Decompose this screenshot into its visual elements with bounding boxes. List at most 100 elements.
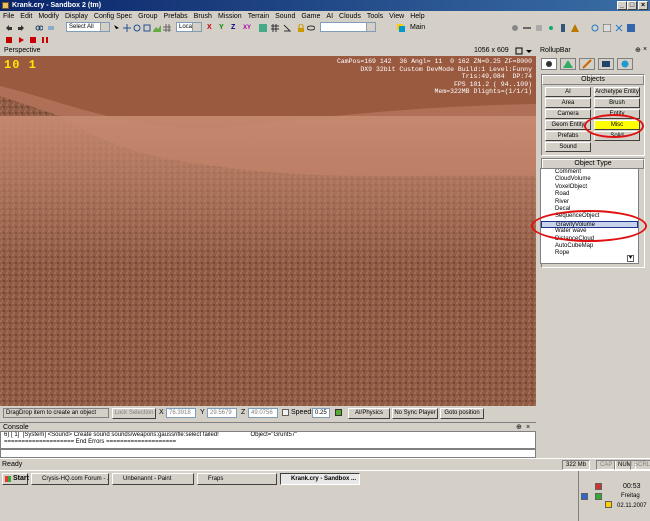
no-sync-player-button[interactable]: No Sync Player [392,408,438,419]
z-coordinate-field[interactable]: 49.0756 [248,408,278,418]
console-input[interactable] [0,449,536,458]
pin-rollup-icon[interactable]: ⊕ [635,46,641,54]
rotate-icon[interactable] [132,23,142,33]
menu-group[interactable]: Group [135,11,160,22]
layers-icon[interactable] [396,23,406,33]
modelling-tab-icon[interactable] [579,58,595,70]
object-button-ai[interactable]: AI [545,87,591,97]
list-item[interactable]: VoxelObject [541,184,638,191]
viewport-menu-icon[interactable] [524,46,534,56]
scale-icon[interactable] [142,23,152,33]
menu-file[interactable]: File [0,11,17,22]
list-item[interactable]: Rope [541,250,638,257]
play-icon[interactable] [16,35,26,45]
list-item[interactable]: Road [541,191,638,198]
taskbar-button-paint[interactable]: Unbenannt - Paint [112,473,194,485]
redo-icon[interactable] [16,23,26,33]
taskbar-button-crysis-forum[interactable]: Crysis-HQ.com Forum - ... [31,473,109,485]
select-icon[interactable] [112,23,122,33]
object-button-camera[interactable]: Camera [545,109,591,119]
unlink-icon[interactable] [46,23,56,33]
coord-system-combo[interactable]: Local [176,22,202,32]
eye-icon[interactable] [306,23,316,33]
camera-combo[interactable] [320,22,376,32]
close-rollup-icon[interactable]: × [643,46,647,53]
taskbar-button-sandbox[interactable]: Krank.cry - Sandbox ... [280,473,360,485]
minimize-button[interactable]: _ [617,1,627,10]
tool-g-icon[interactable] [590,23,600,33]
menu-clouds[interactable]: Clouds [336,11,364,22]
terrain-collision-icon[interactable] [335,409,342,416]
list-item[interactable]: AutoCubeMap [541,243,638,250]
menu-view[interactable]: View [386,11,407,22]
object-button-brush[interactable]: Brush [594,98,640,108]
object-button-area[interactable]: Area [545,98,591,108]
tool-f-icon[interactable] [570,23,580,33]
menu-game[interactable]: Game [298,11,323,22]
undo-icon[interactable] [4,23,14,33]
menu-edit[interactable]: Edit [17,11,35,22]
layer-label[interactable]: Main [410,24,425,32]
pause-icon[interactable] [40,35,50,45]
menu-sound[interactable]: Sound [272,11,298,22]
perspective-viewport[interactable]: 10 1 CamPos=169 142 36 Angl= 11 0 162 ZN… [0,56,536,406]
axis-y-button[interactable]: Y [218,23,228,33]
link-icon[interactable] [34,23,44,33]
volume-icon[interactable] [605,501,612,508]
tool-b-icon[interactable] [522,23,532,33]
menu-tools[interactable]: Tools [364,11,386,22]
start-button[interactable]: Start [2,473,29,485]
terrain-view-icon[interactable] [258,23,268,33]
restore-viewport-icon[interactable] [514,46,524,56]
menu-brush[interactable]: Brush [191,11,215,22]
lock-axis-icon[interactable] [282,409,289,416]
layers-tab-icon[interactable] [617,58,633,70]
tray-app-icon[interactable] [595,493,602,500]
tool-c-icon[interactable] [534,23,544,33]
ai-physics-button[interactable]: AI/Physics [348,408,390,419]
grid-icon[interactable] [270,23,280,33]
tool-d-icon[interactable] [546,23,556,33]
tray-app-icon[interactable] [595,483,602,490]
terrain-tab-icon[interactable] [560,58,576,70]
select-filter-combo[interactable]: Select All [66,22,110,32]
list-item[interactable]: River [541,199,638,206]
object-button-sound[interactable]: Sound [545,142,591,152]
menu-terrain[interactable]: Terrain [245,11,272,22]
sound-icon[interactable] [4,35,14,45]
angle-snap-icon[interactable] [282,23,292,33]
y-coordinate-field[interactable]: 29.5679 [207,408,237,418]
object-button-archetype-entity[interactable]: Archetype Entity [594,87,640,97]
tool-e-icon[interactable] [558,23,568,33]
tool-i-icon[interactable] [614,23,624,33]
object-button-prefabs[interactable]: Prefabs [545,131,591,141]
taskbar-button-fraps[interactable]: Fraps [197,473,277,485]
tool-h-icon[interactable] [602,23,612,33]
stop-icon[interactable] [28,35,38,45]
menu-ai[interactable]: AI [323,11,336,22]
list-item[interactable]: CloudVolume [541,176,638,183]
network-icon[interactable] [581,493,588,500]
x-coordinate-field[interactable]: 76.3918 [166,408,196,418]
maximize-button[interactable]: □ [627,1,637,10]
terrain-snap-icon[interactable] [152,23,162,33]
tool-j-icon[interactable] [626,23,636,33]
display-tab-icon[interactable] [598,58,614,70]
axis-xy-button[interactable]: XY [242,23,256,33]
menu-help[interactable]: Help [407,11,427,22]
speed-field[interactable]: 0.25 [312,408,330,418]
viewport-name[interactable]: Perspective [4,46,41,56]
close-button[interactable]: × [638,1,648,10]
objects-tab-icon[interactable] [541,58,557,70]
list-item[interactable]: Comment [541,169,638,176]
clock-time[interactable]: 00:53 [623,483,641,490]
list-scroll-down-icon[interactable]: ▾ [627,255,634,262]
menu-config-spec[interactable]: Config Spec [91,11,135,22]
goto-position-button[interactable]: Goto position [440,408,484,419]
menu-display[interactable]: Display [62,11,91,22]
axis-z-button[interactable]: Z [230,23,240,33]
menu-mission[interactable]: Mission [215,11,245,22]
tool-a-icon[interactable] [510,23,520,33]
lock-icon[interactable] [296,23,306,33]
lock-selection-button[interactable]: Lock Selection [112,408,156,419]
